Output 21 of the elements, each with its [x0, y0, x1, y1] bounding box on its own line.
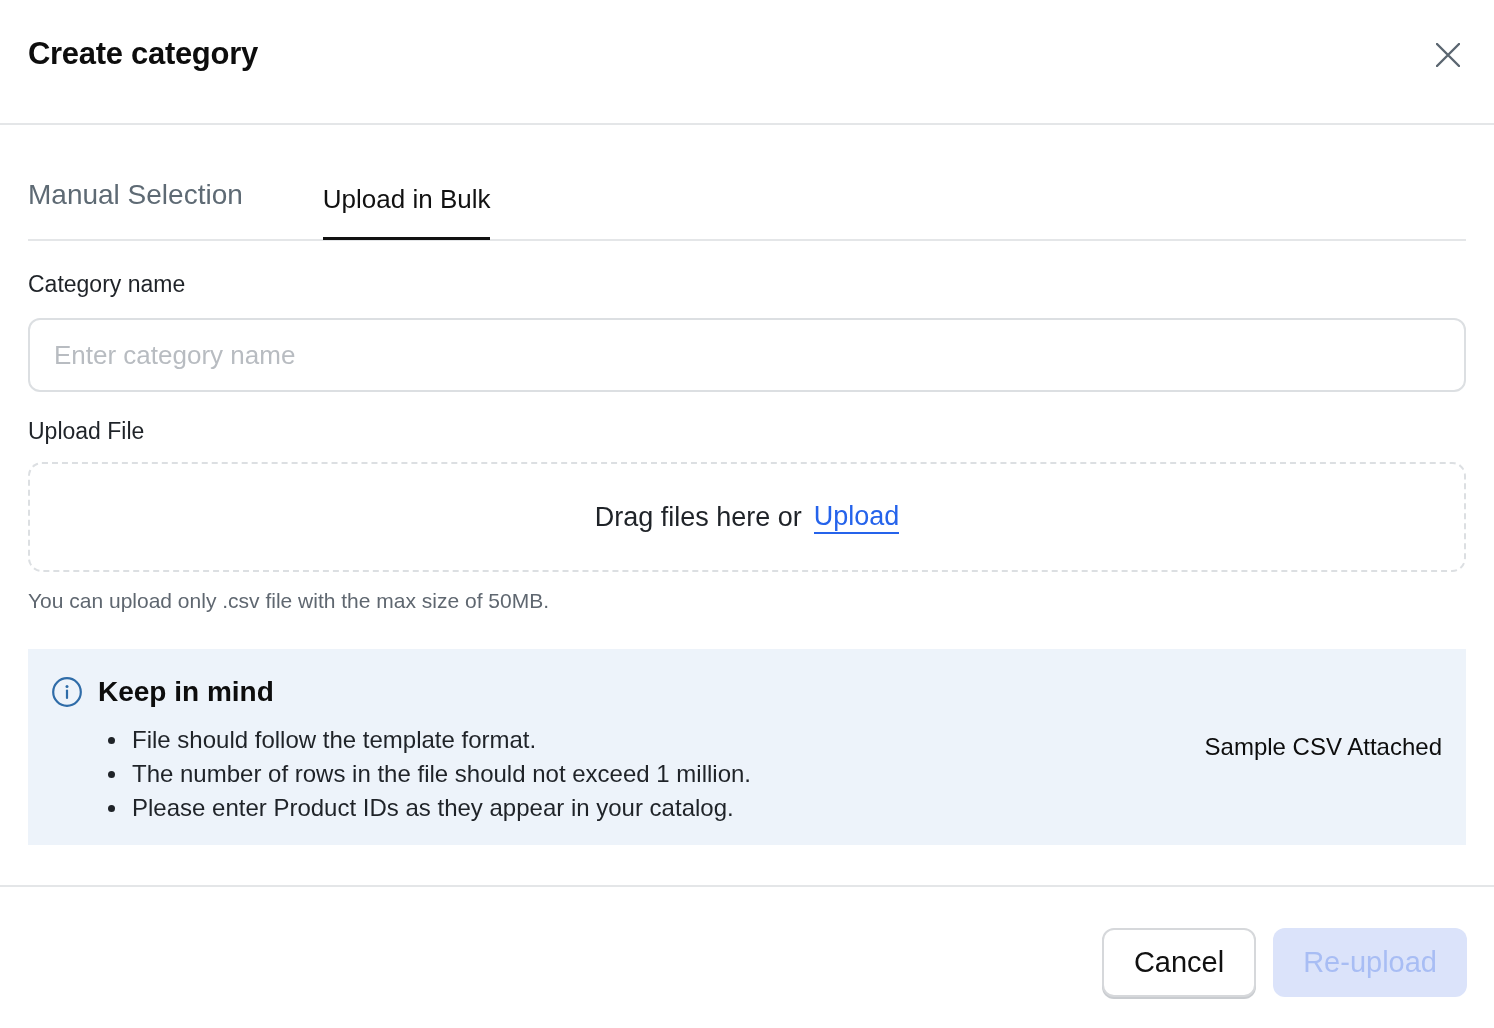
bullet-icon	[108, 770, 115, 778]
close-icon[interactable]	[1436, 42, 1460, 67]
cancel-button[interactable]: Cancel	[1101, 928, 1257, 997]
info-item: Please enter Product IDs as they appear in your catalog.	[132, 793, 734, 823]
field-label: Category name	[28, 270, 186, 298]
upload-hint: You can upload only .csv file with the max size of 50MB.	[28, 589, 549, 613]
info-title: Keep in mind	[98, 675, 274, 709]
info-item: The number of rows in the file should not exceed 1 million.	[132, 759, 751, 789]
sample-csv-text: Sample CSV Attached	[1204, 732, 1442, 762]
file-drop-zone[interactable]: Drag files here or Upload	[28, 462, 1466, 572]
tab[interactable]: Upload in Bulk	[322, 170, 491, 240]
dialog-title: Create category	[28, 35, 258, 74]
upload-link[interactable]: Upload	[813, 500, 900, 534]
bullet-icon	[108, 804, 115, 812]
info-item: File should follow the template format.	[132, 725, 537, 755]
info-icon	[52, 677, 82, 707]
category-name-input[interactable]: Enter category name	[28, 318, 1466, 392]
bullet-icon	[108, 736, 115, 744]
tab[interactable]: Manual Selection	[28, 170, 243, 240]
drop-zone-text: Drag files here or	[594, 500, 802, 534]
field-label: Upload File	[28, 417, 145, 445]
